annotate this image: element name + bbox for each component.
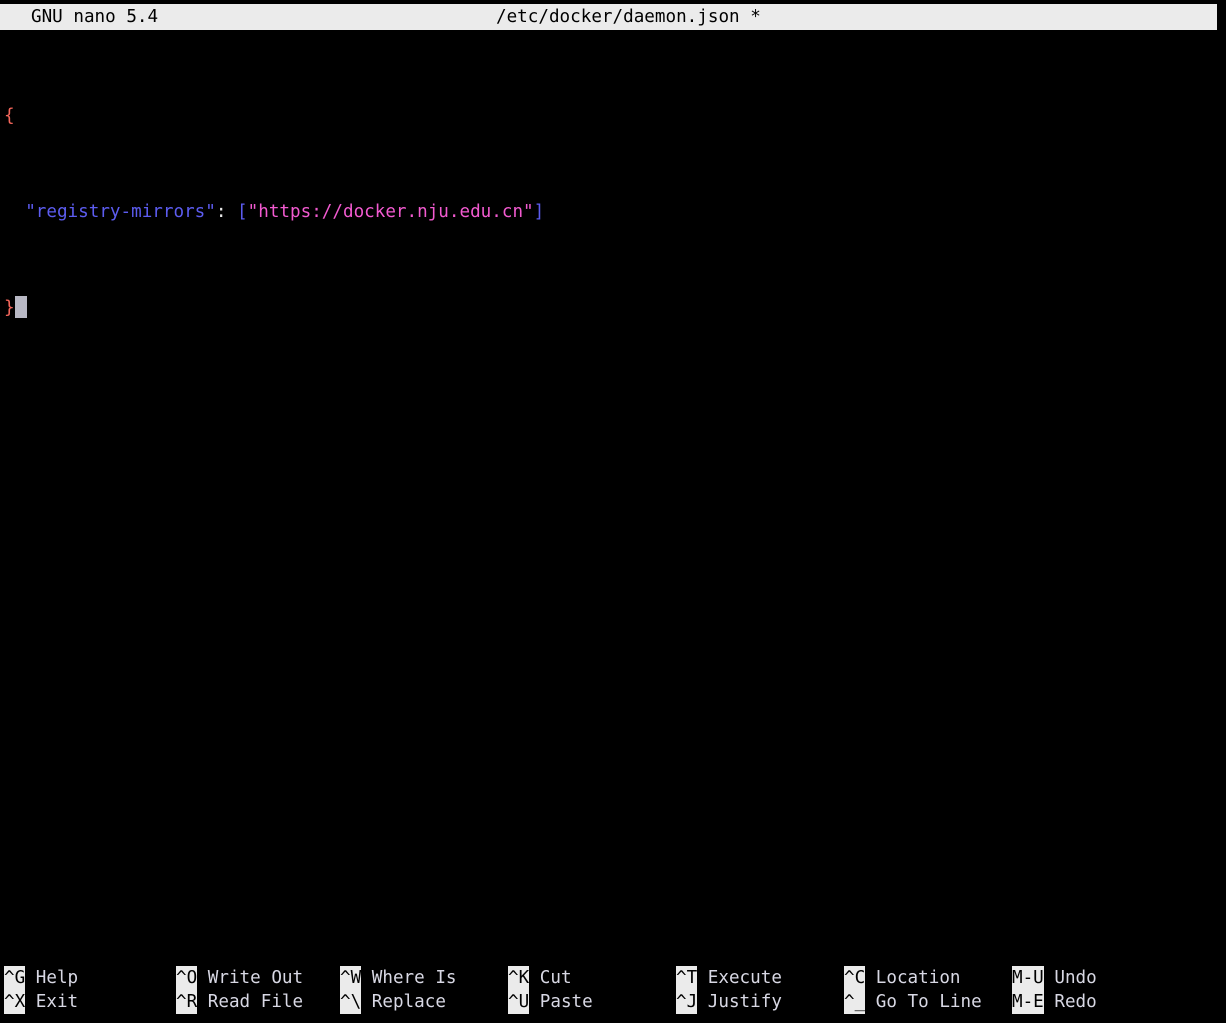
shortcut-key-where-is: ^W [340,966,362,990]
shortcut-where-is[interactable]: ^W Where Is [340,966,457,990]
terminal-window: GNU nano 5.4/etc/docker/daemon.json * { … [0,0,1226,1023]
shortcut-label-location: Location [875,968,961,988]
shortcut-justify[interactable]: ^J Justify [676,990,782,1014]
shortcut-write-out[interactable]: ^O Write Out [176,966,303,990]
json-colon: : [215,202,227,222]
shortcut-read-file[interactable]: ^R Read File [176,990,303,1014]
shortcut-key-undo: M-U [1012,966,1044,990]
json-key-registry-mirrors: "registry-mirrors" [25,202,216,222]
shortcut-key-redo: M-E [1012,990,1044,1014]
shortcut-execute[interactable]: ^T Execute [676,966,782,990]
shortcut-label-replace: Replace [371,992,446,1012]
json-value-mirror-url: "https://docker.nju.edu.cn" [247,202,534,222]
shortcut-key-help: ^G [4,966,26,990]
shortcut-key-write-out: ^O [176,966,198,990]
shortcut-cut[interactable]: ^K Cut [508,966,572,990]
shortcut-gap [197,966,208,990]
shortcut-gap [25,966,36,990]
shortcut-redo[interactable]: M-E Redo [1012,990,1097,1014]
shortcut-label-go-to-line: Go To Line [875,992,982,1012]
shortcut-key-paste: ^U [508,990,530,1014]
shortcut-key-execute: ^T [676,966,698,990]
json-open-bracket: [ [237,202,248,222]
shortcut-key-justify: ^J [676,990,698,1014]
shortcut-label-cut: Cut [539,968,572,988]
shortcut-go-to-line[interactable]: ^_ Go To Line [844,990,982,1014]
shortcut-gap [529,990,540,1014]
shortcut-row-secondary: ^X Exit ^R Read File ^\ Replace ^U Paste ^J … [0,990,1226,1014]
shortcut-key-go-to-line: ^_ [844,990,866,1014]
shortcut-label-write-out: Write Out [207,968,304,988]
shortcut-gap [865,990,876,1014]
shortcut-gap [197,990,208,1014]
shortcut-label-where-is: Where Is [371,968,457,988]
shortcut-label-undo: Undo [1054,968,1097,988]
buffer-line-1[interactable]: { [0,104,1226,128]
shortcut-key-replace: ^\ [340,990,362,1014]
json-close-bracket: ] [533,202,545,222]
shortcut-label-help: Help [35,968,79,988]
shortcut-gap [697,966,708,990]
shortcut-exit[interactable]: ^X Exit [4,990,78,1014]
shortcut-replace[interactable]: ^\ Replace [340,990,446,1014]
json-space [226,202,237,222]
nano-filename-label: /etc/docker/daemon.json * [496,7,761,27]
shortcut-gap [361,966,372,990]
buffer-line-2[interactable]: "registry-mirrors": ["https://docker.nju… [0,200,1226,224]
shortcut-label-paste: Paste [539,992,593,1012]
shortcut-key-location: ^C [844,966,866,990]
json-open-brace: { [4,106,15,126]
shortcut-label-justify: Justify [707,992,782,1012]
shortcut-help[interactable]: ^G Help [4,966,78,990]
shortcut-gap [25,990,36,1014]
shortcut-gap [697,990,708,1014]
shortcut-label-exit: Exit [35,992,79,1012]
json-close-brace: } [4,298,15,318]
shortcut-gap [865,966,876,990]
buffer-line-3[interactable]: } [0,296,1226,320]
shortcut-gap [1044,966,1055,990]
title-bar-row: GNU nano 5.4/etc/docker/daemon.json * [0,5,1217,29]
shortcut-undo[interactable]: M-U Undo [1012,966,1097,990]
nano-version-label: GNU nano 5.4 [31,7,159,27]
nano-title-bar: GNU nano 5.4/etc/docker/daemon.json * [0,4,1217,30]
shortcut-gap [361,990,372,1014]
nano-shortcut-bar: ^G Help ^O Write Out ^W Where Is ^K Cut ^T E… [0,966,1226,1014]
shortcut-gap [1044,990,1055,1014]
shortcut-gap [529,966,540,990]
shortcut-paste[interactable]: ^U Paste [508,990,593,1014]
shortcut-key-cut: ^K [508,966,530,990]
text-cursor [14,296,27,318]
editor-buffer[interactable]: { "registry-mirrors": ["https://docker.n… [0,32,1226,952]
shortcut-location[interactable]: ^C Location [844,966,961,990]
shortcut-label-redo: Redo [1054,992,1097,1012]
shortcut-label-read-file: Read File [207,992,304,1012]
shortcut-key-read-file: ^R [176,990,198,1014]
shortcut-key-exit: ^X [4,990,26,1014]
shortcut-label-execute: Execute [707,968,782,988]
shortcut-row-primary: ^G Help ^O Write Out ^W Where Is ^K Cut ^T E… [0,966,1226,990]
